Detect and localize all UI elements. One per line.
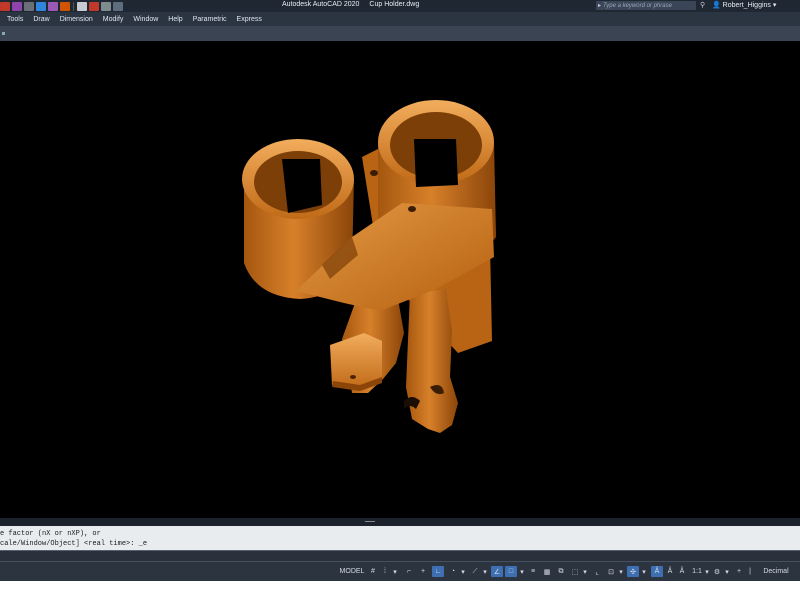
- undo-icon[interactable]: [77, 1, 87, 11]
- drawing-viewport[interactable]: [0, 41, 800, 518]
- command-splitter[interactable]: [0, 518, 800, 526]
- grid-icon[interactable]: #: [368, 566, 378, 577]
- left-cup-opening: [282, 159, 322, 213]
- quick-access-toolbar: [0, 0, 123, 12]
- iso-dropdown-icon[interactable]: ▾: [482, 566, 488, 577]
- menu-draw[interactable]: Draw: [33, 16, 49, 23]
- snap-dropdown-icon[interactable]: ▾: [392, 566, 398, 577]
- new-icon[interactable]: [0, 1, 10, 11]
- polar-icon[interactable]: ◔: [448, 566, 458, 577]
- binoculars-icon[interactable]: ⚲: [700, 1, 705, 9]
- command-line-1: e factor (nX or nXP), or: [0, 530, 101, 538]
- polar-dropdown-icon[interactable]: ▾: [460, 566, 466, 577]
- status-bar: MODEL # ⁞ ▾ ⌐ + ∟ ◔ ▾ ⟋ ▾ ∠ □ ▾ ≡ ▦ ⧉ ⬚ …: [0, 561, 800, 582]
- menu-modify[interactable]: Modify: [103, 16, 124, 23]
- osnap-icon[interactable]: □: [505, 566, 517, 577]
- tab-marker-icon: [2, 32, 5, 35]
- object-snap-tracking-icon[interactable]: ∠: [491, 566, 503, 577]
- save-as-icon[interactable]: [48, 1, 58, 11]
- scale-dropdown-icon[interactable]: ▾: [704, 566, 710, 577]
- menu-bar: Tools Draw Dimension Modify Window Help …: [0, 12, 800, 26]
- menu-parametric[interactable]: Parametric: [193, 16, 227, 23]
- 3d-osnap-dropdown-icon[interactable]: ▾: [582, 566, 588, 577]
- isodraft-icon[interactable]: ⟋: [470, 566, 480, 577]
- redo-icon[interactable]: [89, 1, 99, 11]
- transparency-icon[interactable]: ▦: [542, 566, 552, 577]
- infer-constraints-icon[interactable]: ⌐: [404, 566, 414, 577]
- snap-icon[interactable]: ⁞: [380, 566, 390, 577]
- menu-help[interactable]: Help: [168, 16, 182, 23]
- dynamic-input-icon[interactable]: +: [418, 566, 428, 577]
- file-title: Cup Holder.dwg: [369, 1, 420, 8]
- lineweight-icon[interactable]: ≡: [528, 566, 538, 577]
- workspace-gear-icon[interactable]: ⚙: [712, 566, 722, 577]
- selection-cycling-icon[interactable]: ⧉: [556, 566, 566, 577]
- search-expand-icon[interactable]: ▸: [598, 2, 601, 9]
- osnap-dropdown-icon[interactable]: ▾: [519, 566, 525, 577]
- menu-express[interactable]: Express: [237, 16, 262, 23]
- right-cup-opening: [414, 139, 458, 187]
- chevron-down-icon[interactable]: [113, 1, 123, 11]
- search-box[interactable]: ▸ Type a keyword or phrase: [596, 1, 696, 10]
- chevron-down-icon: ▾: [772, 2, 777, 9]
- auto-scale-icon[interactable]: Â: [677, 566, 687, 577]
- plus-icon[interactable]: +: [734, 566, 744, 577]
- 3d-osnap-icon[interactable]: ⬚: [570, 566, 580, 577]
- command-line-2: cale/Window/Object] <real time>: _e: [0, 540, 148, 548]
- user-account[interactable]: 👤 Robert_Higgins ▾: [712, 1, 776, 9]
- plot-icon[interactable]: [60, 1, 70, 11]
- gizmo-dropdown-icon[interactable]: ▾: [641, 566, 647, 577]
- window-title: Autodesk AutoCAD 2020 Cup Holder.dwg: [282, 1, 427, 8]
- annotation-icon[interactable]: Â: [665, 566, 675, 577]
- cup-holder-3d-model: [242, 100, 496, 433]
- command-history: e factor (nX or nXP), or cale/Window/Obj…: [0, 526, 800, 550]
- open-icon[interactable]: [12, 1, 22, 11]
- workspace-dropdown-icon[interactable]: ▾: [724, 566, 730, 577]
- user-name: Robert_Higgins: [722, 2, 771, 9]
- filter-dropdown-icon[interactable]: ▾: [618, 566, 624, 577]
- search-input[interactable]: Type a keyword or phrase: [603, 3, 672, 9]
- save-icon[interactable]: [36, 1, 46, 11]
- annotation-visibility-icon[interactable]: Â: [651, 566, 663, 577]
- document-tab-bar: [0, 26, 800, 42]
- selection-filter-icon[interactable]: ⊡: [606, 566, 616, 577]
- open-web-icon[interactable]: [24, 1, 34, 11]
- bottom-margin: [0, 581, 800, 600]
- dynamic-ucs-icon[interactable]: ⌞: [592, 566, 602, 577]
- app-title: Autodesk AutoCAD 2020: [282, 1, 360, 8]
- annotation-scale-value[interactable]: 1:1: [690, 566, 704, 577]
- menu-window[interactable]: Window: [133, 16, 158, 23]
- user-icon: 👤: [712, 2, 721, 9]
- ortho-icon[interactable]: ∟: [432, 566, 444, 577]
- gizmo-icon[interactable]: ✣: [627, 566, 639, 577]
- menu-dimension[interactable]: Dimension: [60, 16, 93, 23]
- title-bar: Autodesk AutoCAD 2020 Cup Holder.dwg ▸ T…: [0, 0, 800, 12]
- units-button[interactable]: Decimal: [756, 566, 796, 577]
- model-space-button[interactable]: MODEL: [338, 566, 366, 577]
- share-icon[interactable]: [101, 1, 111, 11]
- menu-tools[interactable]: Tools: [7, 16, 23, 23]
- divider-icon: |: [749, 568, 751, 575]
